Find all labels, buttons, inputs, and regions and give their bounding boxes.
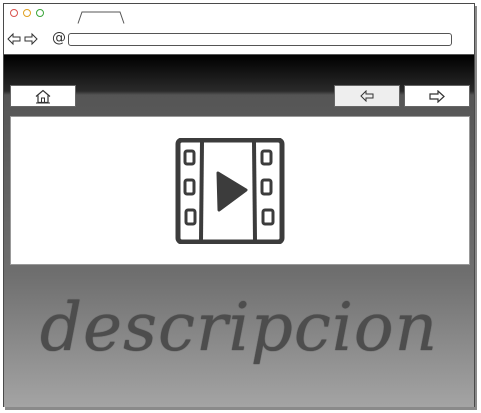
close-window-button[interactable] (10, 9, 18, 17)
home-icon (35, 89, 51, 103)
video-film-icon (175, 138, 285, 244)
video-panel[interactable] (10, 116, 470, 265)
browser-tab[interactable] (77, 11, 125, 24)
at-icon: @ (52, 30, 66, 46)
arrow-right-icon (429, 89, 445, 103)
address-bar: @ (4, 24, 474, 55)
browser-window: @ descripcion (3, 3, 475, 407)
title-bar (4, 4, 474, 25)
page-viewport: descripcion (4, 55, 474, 407)
home-button[interactable] (10, 85, 76, 107)
browser-forward-icon[interactable] (24, 32, 38, 46)
arrow-left-icon (360, 90, 374, 102)
previous-button[interactable] (334, 85, 400, 107)
next-button[interactable] (404, 85, 470, 107)
browser-back-icon[interactable] (7, 32, 21, 46)
url-input[interactable] (68, 33, 452, 46)
maximize-window-button[interactable] (36, 9, 44, 17)
description-text: descripcion (39, 288, 439, 366)
minimize-window-button[interactable] (23, 9, 31, 17)
